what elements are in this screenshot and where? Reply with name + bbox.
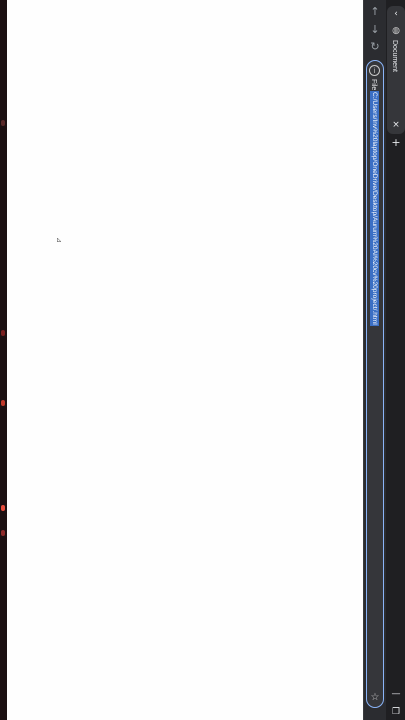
- tab-strip: ‹ ◍ Document × + — ❐: [386, 0, 405, 720]
- taskbar-glimpse: [1, 505, 5, 511]
- minimize-icon[interactable]: —: [390, 688, 402, 700]
- page-viewport[interactable]: ⊿: [7, 0, 363, 720]
- url-text[interactable]: C:/Users/Inv%20laptop/OneDrive/Desktop/A…: [370, 91, 379, 326]
- taskbar-glimpse: [1, 120, 5, 126]
- tab-document[interactable]: ‹ ◍ Document ×: [387, 6, 405, 134]
- desktop-edge-strip: [0, 0, 7, 720]
- close-icon[interactable]: ×: [391, 120, 401, 130]
- url-scheme-label: File: [370, 79, 377, 91]
- taskbar-glimpse: [1, 330, 5, 336]
- browser-chrome: ↑ ↓ ↻ i File C:/Users/Inv%20laptop/OneDr…: [363, 0, 405, 720]
- restore-icon[interactable]: ❐: [390, 706, 402, 718]
- screen: ⊿ ↑ ↓ ↻ i File C:/Users/Inv%20laptop/One…: [0, 0, 405, 720]
- forward-arrow-icon[interactable]: ↓: [367, 21, 383, 37]
- address-bar[interactable]: i File C:/Users/Inv%20laptop/OneDrive/De…: [366, 60, 384, 708]
- star-icon[interactable]: ☆: [369, 691, 381, 703]
- mouse-cursor-icon: ⊿: [55, 237, 63, 243]
- tab-title: Document: [391, 40, 398, 72]
- globe-icon: ◍: [392, 26, 400, 36]
- taskbar-glimpse: [1, 400, 5, 406]
- new-tab-button[interactable]: +: [390, 136, 402, 149]
- info-icon[interactable]: i: [369, 65, 380, 76]
- reload-icon[interactable]: ↻: [367, 38, 383, 54]
- browser-toolbar: ↑ ↓ ↻ i File C:/Users/Inv%20laptop/OneDr…: [364, 0, 386, 720]
- taskbar-glimpse: [1, 530, 5, 536]
- tab-search-chevron-icon[interactable]: ‹: [390, 8, 402, 20]
- back-arrow-icon[interactable]: ↑: [367, 3, 383, 19]
